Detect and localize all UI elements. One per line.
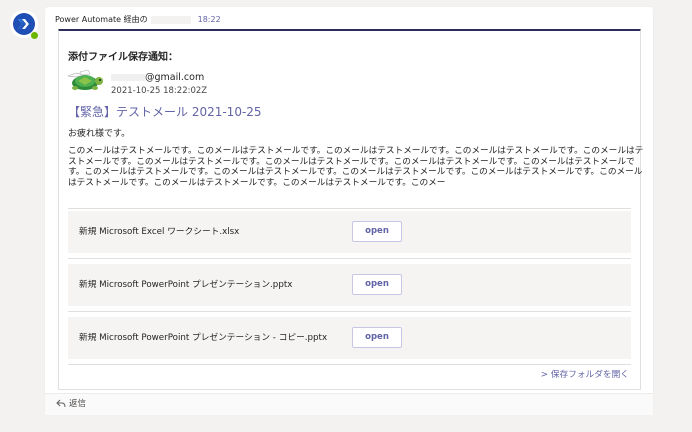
message-container: Power Automate 経由の 18:22 添付ファイル保存通知： @gma… <box>45 7 653 415</box>
received-date: 2021-10-25 18:22:02Z <box>111 86 208 96</box>
attachment-name: 新規 Microsoft PowerPoint プレゼンテーション - コピー.… <box>79 333 328 343</box>
attachment-row: 新規 Microsoft PowerPoint プレゼンテーション.pptx o… <box>68 264 631 306</box>
open-attachment-button[interactable]: open <box>352 327 402 348</box>
presence-status-icon <box>30 31 39 40</box>
sender-name: Power Automate 経由の <box>55 15 148 24</box>
attachment-row: 新規 Microsoft PowerPoint プレゼンテーション - コピー.… <box>68 317 631 359</box>
mail-body: このメールはテストメールです。このメールはテストメールです。このメールはテストメ… <box>68 146 644 188</box>
divider <box>68 258 631 259</box>
reply-bar: 返信 <box>45 393 653 415</box>
message-time: 18:22 <box>197 15 221 24</box>
message-header: Power Automate 経由の 18:22 <box>55 13 221 27</box>
adaptive-card: 添付ファイル保存通知： @gmail.com 2021-10-25 18:22:… <box>58 29 644 390</box>
reply-arrow-icon <box>56 399 66 408</box>
attachment-name: 新規 Microsoft PowerPoint プレゼンテーション.pptx <box>79 280 293 290</box>
divider <box>68 208 631 209</box>
reply-button[interactable]: 返信 <box>56 394 86 415</box>
open-attachment-button[interactable]: open <box>352 221 402 242</box>
open-save-folder-link[interactable]: > 保存フォルダを開く <box>541 367 629 380</box>
open-attachment-button[interactable]: open <box>352 274 402 295</box>
divider <box>68 364 631 365</box>
card-title: 添付ファイル保存通知： <box>68 52 178 63</box>
mail-subject: 【緊急】テストメール 2021-10-25 <box>68 105 262 119</box>
sender-email: @gmail.com <box>111 72 204 83</box>
turtle-avatar-icon <box>67 69 103 90</box>
reply-label: 返信 <box>69 399 87 409</box>
redacted-email <box>111 74 145 81</box>
attachment-name: 新規 Microsoft Excel ワークシート.xlsx <box>79 227 240 237</box>
attachment-row: 新規 Microsoft Excel ワークシート.xlsx open <box>68 211 631 253</box>
redacted-name <box>150 15 191 24</box>
mail-greeting: お疲れ様です。 <box>68 129 131 139</box>
divider <box>68 311 631 312</box>
